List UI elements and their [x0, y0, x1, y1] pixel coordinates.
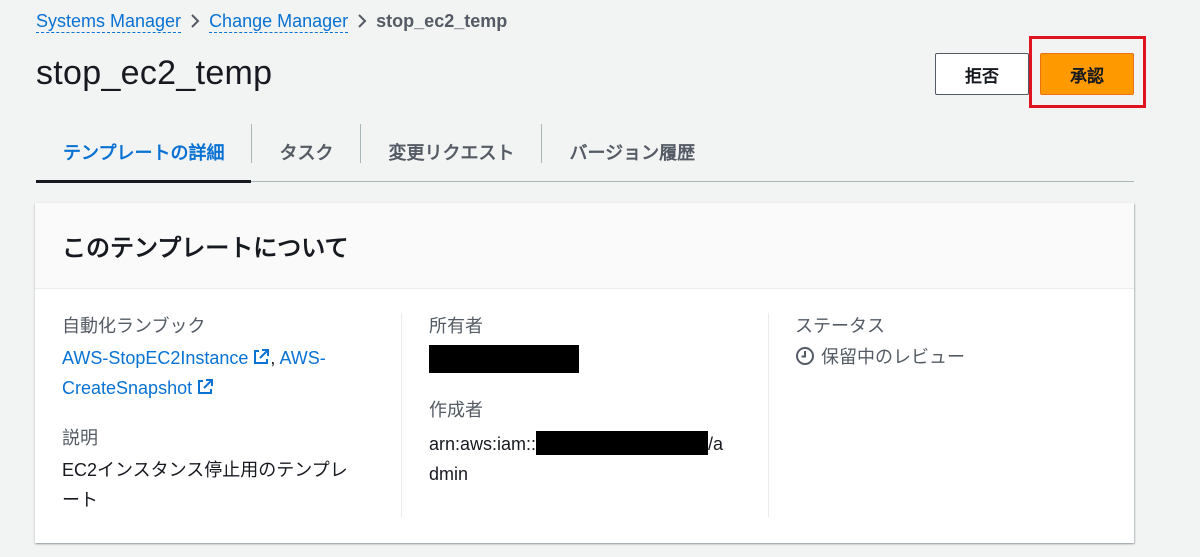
runbook-link-stop-ec2[interactable]: AWS-StopEC2Instance: [62, 348, 270, 368]
redacted-account-id: [536, 431, 709, 455]
status-indicator: 保留中のレビュー: [795, 343, 1125, 369]
runbook-link-create-snapshot-text-b: CreateSnapshot: [62, 378, 193, 398]
owner-label: 所有者: [429, 316, 483, 336]
panel-body: 自動化ランブック AWS-StopEC2Instance, AWS- Create…: [35, 289, 1134, 543]
chevron-right-icon: [181, 13, 209, 29]
runbook-label: 自動化ランブック: [62, 316, 206, 336]
creator-value: arn:aws:iam::/a dmin: [429, 429, 769, 489]
owner-value: [429, 345, 769, 375]
tab-bar: テンプレートの詳細 タスク 変更リクエスト バージョン履歴: [36, 122, 1134, 183]
redacted-owner: [429, 345, 579, 373]
runbook-column: 自動化ランブック AWS-StopEC2Instance, AWS- Create…: [62, 289, 402, 515]
reject-button[interactable]: 拒否: [935, 53, 1029, 95]
creator-prefix: arn:aws:iam::: [429, 434, 537, 454]
approve-button[interactable]: 承認: [1040, 53, 1134, 95]
external-link-icon: [198, 379, 214, 394]
runbook-value: AWS-StopEC2Instance, AWS- CreateSnapshot: [62, 343, 402, 403]
panel-header: このテンプレートについて: [35, 203, 1134, 289]
page-title: stop_ec2_temp: [36, 54, 273, 92]
tab-tasks[interactable]: タスク: [252, 122, 360, 181]
panel-title: このテンプレートについて: [62, 235, 349, 262]
runbook-link-create-snapshot-text-a: AWS-: [279, 348, 326, 368]
clock-icon: [796, 347, 814, 365]
status-value: 保留中のレビュー: [821, 347, 965, 367]
breadcrumb-systems-manager[interactable]: Systems Manager: [36, 10, 182, 33]
status-label: ステータス: [795, 316, 885, 336]
breadcrumb-current: stop_ec2_temp: [376, 10, 508, 31]
breadcrumb-change-manager[interactable]: Change Manager: [209, 10, 349, 33]
external-link-icon: [254, 349, 270, 364]
description-line-1: EC2インスタンス停止用のテンプレ: [62, 460, 348, 480]
owner-column: 所有者 作成者 arn:aws:iam::/a dmin: [429, 289, 769, 489]
status-column: ステータス 保留中のレビュー: [795, 289, 1125, 369]
chevron-right-icon: [348, 13, 376, 29]
creator-suffix: /a: [708, 434, 724, 454]
template-info-panel: このテンプレートについて 自動化ランブック AWS-StopEC2Instanc…: [35, 203, 1134, 543]
description-label: 説明: [62, 428, 98, 448]
description-value: EC2インスタンス停止用のテンプレ ート: [62, 455, 402, 515]
runbook-link-stop-ec2-text: AWS-StopEC2Instance: [62, 348, 249, 368]
creator-line-2: dmin: [429, 464, 469, 484]
tab-version-history[interactable]: バージョン履歴: [542, 122, 722, 181]
tab-change-requests[interactable]: 変更リクエスト: [361, 122, 541, 181]
tab-template-details[interactable]: テンプレートの詳細: [36, 122, 252, 183]
description-line-2: ート: [62, 490, 98, 510]
creator-label: 作成者: [429, 400, 483, 420]
breadcrumb: Systems Manager Change Manager stop_ec2_…: [36, 8, 507, 34]
